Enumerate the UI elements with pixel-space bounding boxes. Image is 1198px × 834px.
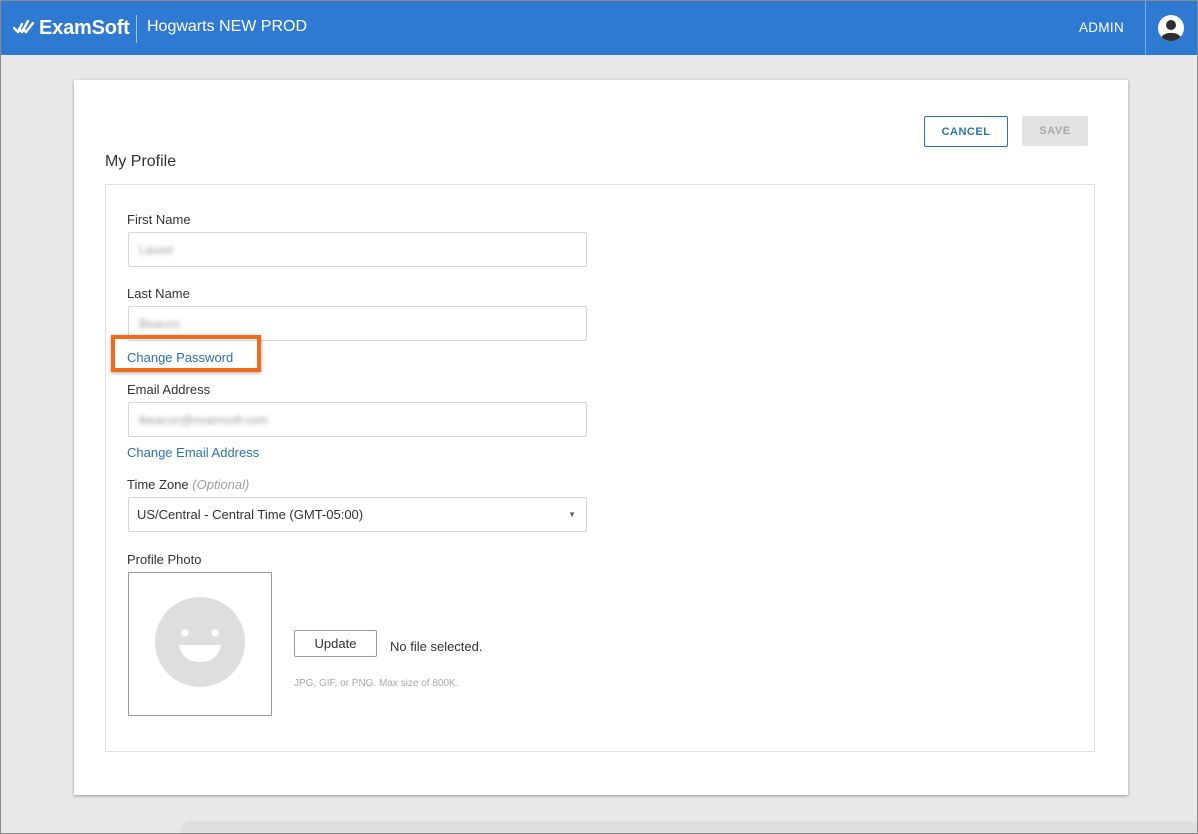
email-value: lbeacon@examsoft.com: [139, 412, 268, 427]
email-label: Email Address: [127, 382, 211, 397]
header-divider: [136, 15, 137, 43]
email-input[interactable]: lbeacon@examsoft.com: [128, 402, 587, 437]
brand-name: ExamSoft: [39, 16, 130, 39]
cancel-button[interactable]: CANCEL: [924, 116, 1008, 147]
change-email-link[interactable]: Change Email Address: [127, 445, 259, 460]
last-name-value: Beacon: [139, 316, 180, 331]
time-zone-selected: US/Central - Central Time (GMT-05:00): [137, 507, 364, 522]
first-name-value: Laurel: [139, 242, 173, 257]
first-name-input[interactable]: Laurel: [128, 232, 587, 267]
update-photo-button[interactable]: Update: [294, 630, 377, 657]
time-zone-label-text: Time Zone: [127, 477, 189, 492]
first-name-label: First Name: [127, 212, 191, 227]
admin-menu-link[interactable]: ADMIN: [1079, 20, 1124, 35]
save-button[interactable]: SAVE: [1022, 116, 1088, 146]
user-avatar-icon: [1157, 15, 1185, 46]
header-separator: [1145, 1, 1146, 55]
top-bar: ExamSoft Hogwarts NEW PROD ADMIN: [1, 1, 1197, 55]
smiley-face-icon: [154, 596, 246, 693]
chevron-down-icon: ▼: [568, 510, 576, 519]
file-status: No file selected.: [390, 639, 483, 654]
app-window: ExamSoft Hogwarts NEW PROD ADMIN CANCEL …: [0, 0, 1198, 834]
profile-photo-label: Profile Photo: [127, 552, 202, 567]
profile-photo-preview: [128, 572, 272, 716]
time-zone-select[interactable]: US/Central - Central Time (GMT-05:00) ▼: [128, 497, 587, 532]
organization-name: Hogwarts NEW PROD: [147, 18, 308, 35]
examsoft-check-logo-icon: [13, 19, 35, 37]
brand-logo[interactable]: ExamSoft: [13, 16, 130, 40]
optional-tag: (Optional): [192, 477, 250, 492]
last-name-label: Last Name: [127, 286, 190, 301]
bottom-panel-edge: [181, 821, 1197, 833]
time-zone-label: Time Zone (Optional): [127, 477, 249, 492]
profile-card: CANCEL SAVE My Profile First Name Laurel…: [74, 80, 1128, 795]
user-avatar-button[interactable]: [1157, 14, 1185, 42]
page-scrollbar[interactable]: [1183, 55, 1197, 833]
change-password-link[interactable]: Change Password: [127, 350, 233, 365]
page-title: My Profile: [105, 153, 177, 170]
photo-format-hint: JPG, GIF, or PNG. Max size of 800K.: [294, 678, 459, 689]
